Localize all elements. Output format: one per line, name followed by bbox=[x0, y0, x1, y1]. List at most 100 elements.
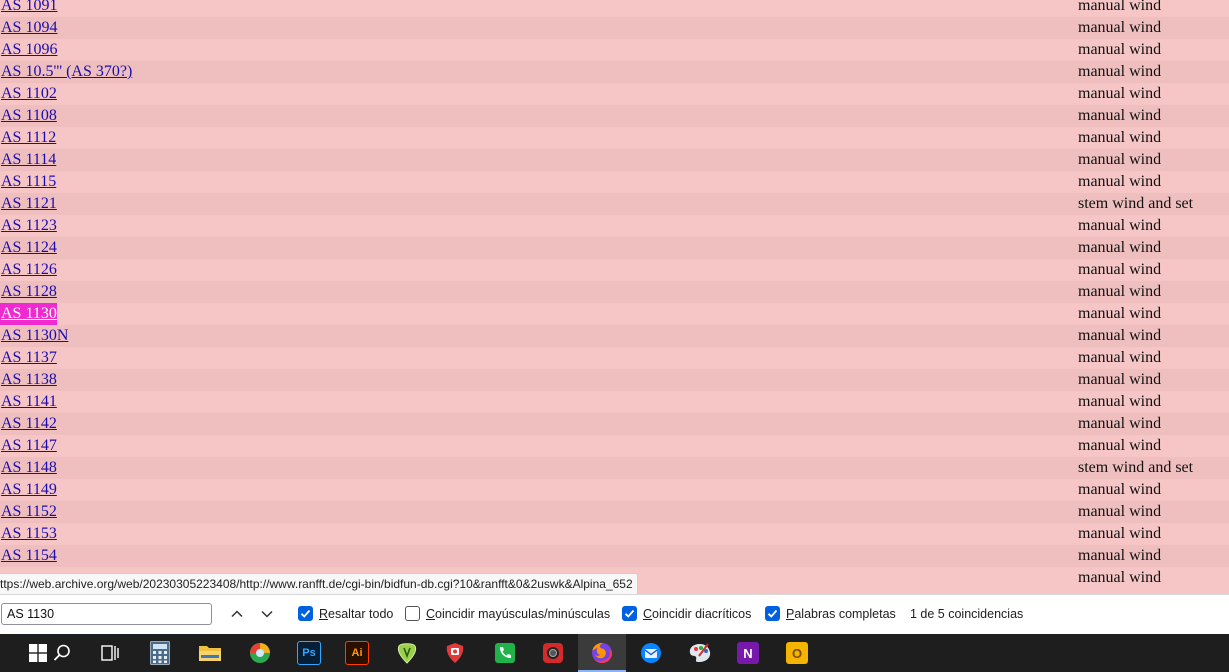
taskbar-illustrator[interactable]: Ai bbox=[333, 634, 381, 672]
winding-type: manual wind bbox=[1078, 261, 1162, 278]
winding-type: manual wind bbox=[1078, 217, 1162, 234]
winding-type: manual wind bbox=[1078, 107, 1162, 124]
calibre-link[interactable]: AS 1123 bbox=[0, 215, 57, 237]
calibre-link[interactable]: AS 1130N bbox=[0, 325, 68, 347]
checkmark-icon bbox=[300, 609, 311, 618]
winding-type: manual wind bbox=[1078, 393, 1162, 410]
winding-type: manual wind bbox=[1078, 0, 1162, 14]
calibre-link[interactable]: AS 1154 bbox=[0, 545, 57, 567]
calibre-link[interactable]: AS 1153 bbox=[0, 523, 57, 545]
calibre-link[interactable]: AS 1091 bbox=[0, 0, 57, 17]
illustrator-icon: Ai bbox=[345, 641, 369, 665]
checkbox-box[interactable] bbox=[622, 606, 637, 621]
calibre-link[interactable]: AS 10.5''' (AS 370?) bbox=[0, 61, 132, 83]
task-view-button[interactable] bbox=[86, 634, 134, 672]
taskbar-calculator[interactable] bbox=[136, 634, 184, 672]
taskbar-thunderbird[interactable] bbox=[627, 634, 675, 672]
calibre-link[interactable]: AS 1102 bbox=[0, 83, 57, 105]
checkbox-box[interactable] bbox=[765, 606, 780, 621]
windows-taskbar: Ps Ai N O bbox=[0, 634, 1229, 672]
checkbox-box[interactable] bbox=[298, 606, 313, 621]
calibre-link[interactable]: AS 1126 bbox=[0, 259, 57, 281]
table-row: AS 1115 manual wind bbox=[0, 171, 1229, 193]
table-row: AS 1126 manual wind bbox=[0, 259, 1229, 281]
calibre-link[interactable]: AS 1094 bbox=[0, 17, 57, 39]
calibre-link[interactable]: AS 1149 bbox=[0, 479, 57, 501]
calibre-link[interactable]: AS 1130 bbox=[0, 303, 57, 325]
calibre-link[interactable]: AS 1128 bbox=[0, 281, 57, 303]
link-status-url: ttps://web.archive.org/web/2023030522340… bbox=[0, 573, 638, 596]
calibre-link[interactable]: AS 1112 bbox=[0, 127, 56, 149]
taskbar-paint-app[interactable] bbox=[676, 634, 724, 672]
checkbox-box[interactable] bbox=[405, 606, 420, 621]
taskbar-camera-app[interactable] bbox=[529, 634, 577, 672]
taskbar-search-button[interactable] bbox=[38, 634, 86, 672]
calibre-link[interactable]: AS 1108 bbox=[0, 105, 57, 127]
find-input[interactable] bbox=[1, 603, 212, 625]
whole-words-label: Palabras completas bbox=[786, 606, 896, 621]
taskbar-phone-app[interactable] bbox=[481, 634, 529, 672]
green-phone-icon bbox=[495, 643, 515, 663]
table-row: AS 1108 manual wind bbox=[0, 105, 1229, 127]
calibre-link[interactable]: AS 1115 bbox=[0, 171, 56, 193]
calibre-link[interactable]: AS 1142 bbox=[0, 413, 57, 435]
table-row: AS 1142 manual wind bbox=[0, 413, 1229, 435]
winding-type: manual wind bbox=[1078, 63, 1162, 80]
winding-type: manual wind bbox=[1078, 437, 1162, 454]
search-icon bbox=[53, 644, 70, 661]
highlight-all-label: Resaltar todo bbox=[319, 606, 394, 621]
taskbar-firefox[interactable] bbox=[578, 634, 626, 672]
table-row: AS 1091 manual wind bbox=[0, 0, 1229, 17]
table-row: AS 1138 manual wind bbox=[0, 369, 1229, 391]
taskbar-browser-app[interactable] bbox=[236, 634, 284, 672]
winding-type: manual wind bbox=[1078, 239, 1162, 256]
calibre-link[interactable]: AS 1096 bbox=[0, 39, 57, 61]
whole-words-checkbox[interactable]: Palabras completas bbox=[765, 606, 896, 621]
thunderbird-icon bbox=[641, 643, 661, 663]
winding-type: manual wind bbox=[1078, 525, 1162, 542]
calibre-link[interactable]: AS 1152 bbox=[0, 501, 57, 523]
highlight-all-checkbox[interactable]: Resaltar todo bbox=[298, 606, 393, 621]
calibre-link[interactable]: AS 1114 bbox=[0, 149, 56, 171]
table-row: AS 1148 stem wind and set bbox=[0, 457, 1229, 479]
calibre-link[interactable]: AS 1141 bbox=[0, 391, 57, 413]
camera-icon bbox=[543, 643, 563, 663]
winding-type: manual wind bbox=[1078, 41, 1162, 58]
table-row: AS 1123 manual wind bbox=[0, 215, 1229, 237]
taskbar-photoshop[interactable]: Ps bbox=[285, 634, 333, 672]
table-row: AS 1096 manual wind bbox=[0, 39, 1229, 61]
match-diacritics-checkbox[interactable]: Coincidir diacríticos bbox=[622, 606, 751, 621]
table-row: AS 1149 manual wind bbox=[0, 479, 1229, 501]
calibre-link[interactable]: AS 1147 bbox=[0, 435, 57, 457]
chevron-down-icon bbox=[261, 610, 273, 618]
calibre-link[interactable]: AS 1121 bbox=[0, 193, 57, 215]
taskbar-vivaldi[interactable] bbox=[431, 634, 479, 672]
calibre-link[interactable]: AS 1148 bbox=[0, 457, 57, 479]
vivaldi-icon bbox=[446, 643, 464, 663]
calibre-link[interactable]: AS 1137 bbox=[0, 347, 57, 369]
table-row: AS 1124 manual wind bbox=[0, 237, 1229, 259]
table-row: AS 1112 manual wind bbox=[0, 127, 1229, 149]
match-case-checkbox[interactable]: Coincidir mayúsculas/minúsculas bbox=[405, 606, 610, 621]
winding-type: manual wind bbox=[1078, 503, 1162, 520]
taskbar-outlook[interactable]: O bbox=[773, 634, 821, 672]
winding-type: manual wind bbox=[1078, 327, 1162, 344]
watch-calibre-table: AS 1091 manual wind AS 1094 manual wind AS 1… bbox=[0, 0, 1229, 589]
taskbar-tuning-app[interactable] bbox=[383, 634, 431, 672]
winding-type: stem wind and set bbox=[1078, 459, 1194, 476]
find-previous-button[interactable] bbox=[226, 603, 248, 625]
calibre-link[interactable]: AS 1124 bbox=[0, 237, 57, 259]
taskbar-file-explorer[interactable] bbox=[186, 634, 234, 672]
winding-type: manual wind bbox=[1078, 569, 1162, 586]
winding-type: manual wind bbox=[1078, 283, 1162, 300]
find-next-button[interactable] bbox=[256, 603, 278, 625]
palette-icon bbox=[689, 643, 711, 662]
folder-icon bbox=[199, 646, 221, 661]
winding-type: manual wind bbox=[1078, 129, 1162, 146]
taskbar-onenote[interactable]: N bbox=[724, 634, 772, 672]
calibre-link[interactable]: AS 1138 bbox=[0, 369, 57, 391]
browser-ball-icon bbox=[250, 643, 270, 663]
photoshop-icon: Ps bbox=[297, 641, 321, 665]
table-row: AS 1128 manual wind bbox=[0, 281, 1229, 303]
table-row: AS 10.5''' (AS 370?) manual wind bbox=[0, 61, 1229, 83]
